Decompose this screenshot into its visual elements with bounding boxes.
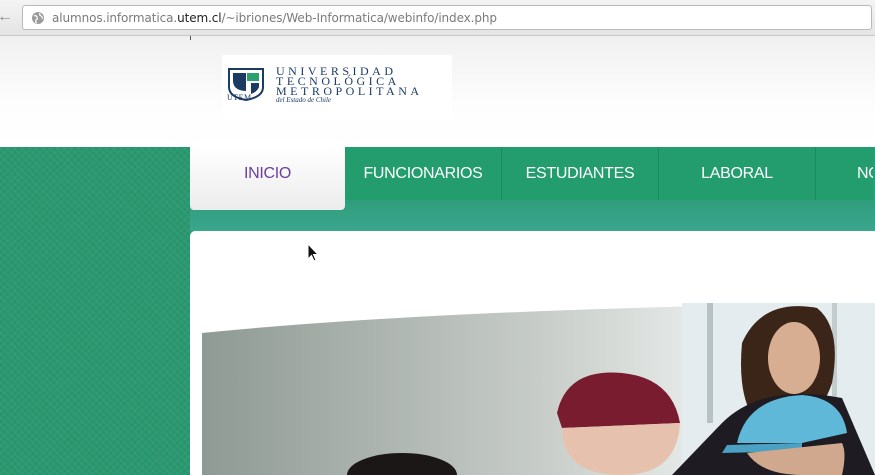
utem-logo[interactable]: UTEM UNIVERSIDAD TECNOLÓGICA METROPOLITA…	[222, 55, 452, 121]
logo-abbr: UTEM	[227, 93, 252, 102]
url-text: alumnos.informatica.utem.cl/~ibriones/We…	[52, 11, 497, 25]
main-nav: INICIO FUNCIONARIOS ESTUDIANTES LABORAL …	[190, 147, 873, 210]
logo-line-3: METROPOLITANA	[276, 84, 423, 98]
logo-subtitle: del Estado de Chile	[276, 96, 332, 104]
globe-icon	[32, 12, 44, 24]
hero-photo	[202, 303, 875, 475]
nav-item-funcionarios[interactable]: FUNCIONARIOS	[345, 147, 502, 200]
nav-item-estudiantes[interactable]: ESTUDIANTES	[502, 147, 659, 200]
browser-toolbar: ← alumnos.informatica.utem.cl/~ibriones/…	[0, 0, 875, 36]
nav-item-inicio[interactable]: INICIO	[190, 147, 345, 210]
nav-item-laboral[interactable]: LABORAL	[659, 147, 816, 200]
url-domain: utem.cl	[177, 11, 222, 25]
address-bar[interactable]: alumnos.informatica.utem.cl/~ibriones/We…	[22, 5, 872, 30]
url-prefix: alumnos.informatica.	[52, 11, 178, 25]
nav-item-more[interactable]: NO	[816, 147, 873, 200]
back-arrow-icon[interactable]: ←	[0, 9, 13, 25]
url-path: /~ibriones/Web-Informatica/webinfo/index…	[221, 11, 498, 25]
divider	[190, 36, 191, 40]
mouse-cursor-icon	[307, 243, 319, 262]
